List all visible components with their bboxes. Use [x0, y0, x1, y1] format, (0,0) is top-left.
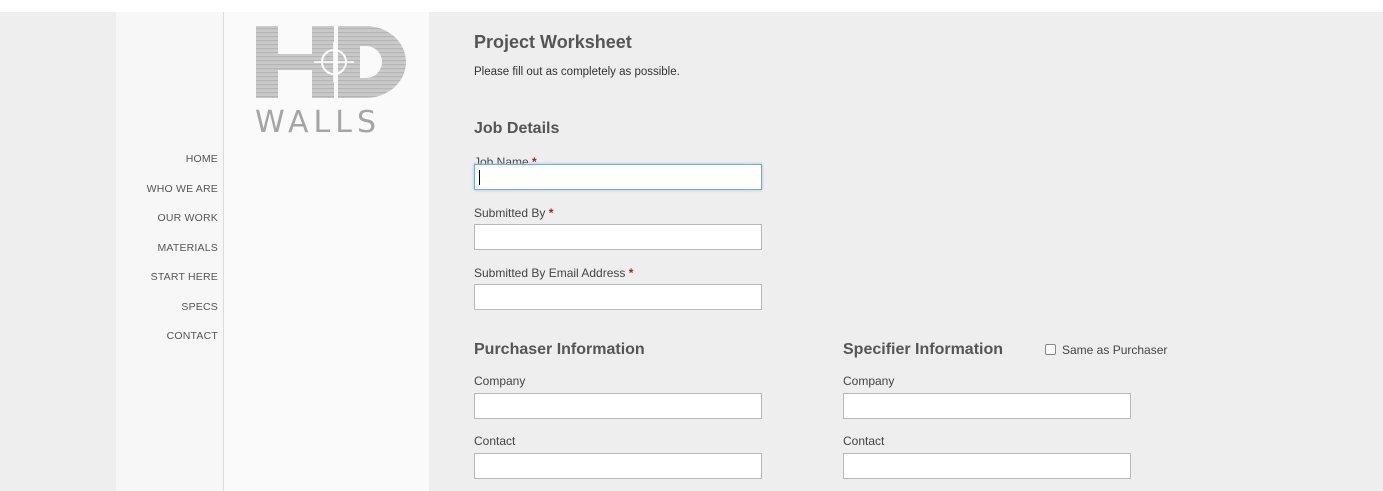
logo-h-bar [278, 54, 312, 70]
purchaser-heading: Purchaser Information [474, 341, 645, 358]
page-background: HOME WHO WE ARE OUR WORK MATERIALS START… [0, 12, 1383, 491]
specifier-contact-input[interactable] [843, 453, 1131, 479]
required-mark: * [628, 266, 634, 280]
logo-text: WALLS [255, 105, 381, 134]
nav-who-we-are[interactable]: WHO WE ARE [147, 183, 218, 213]
specifier-company-label: Company [843, 374, 895, 388]
nav-our-work[interactable]: OUR WORK [147, 212, 218, 242]
same-as-purchaser-option[interactable]: Same as Purchaser [1045, 343, 1167, 357]
email-input[interactable] [474, 284, 762, 310]
hd-walls-logo[interactable]: WALLS [254, 24, 406, 134]
page-intro: Please fill out as completely as possibl… [474, 66, 680, 78]
page-title: Project Worksheet [474, 32, 632, 52]
job-name-input[interactable] [474, 164, 762, 190]
required-mark: * [548, 206, 554, 220]
email-label: Submitted By Email Address * [474, 266, 634, 280]
nav-specs[interactable]: SPECS [147, 301, 218, 331]
purchaser-company-input[interactable] [474, 393, 762, 419]
submitted-by-input[interactable] [474, 224, 762, 250]
purchaser-contact-label: Contact [474, 434, 516, 448]
specifier-contact-label: Contact [843, 434, 885, 448]
same-as-purchaser-checkbox[interactable] [1045, 344, 1056, 355]
nav-start-here[interactable]: START HERE [147, 271, 218, 301]
main-nav: HOME WHO WE ARE OUR WORK MATERIALS START… [147, 153, 218, 360]
nav-materials[interactable]: MATERIALS [147, 242, 218, 272]
nav-column: HOME WHO WE ARE OUR WORK MATERIALS START… [116, 12, 224, 491]
purchaser-contact-input[interactable] [474, 453, 762, 479]
text-caret [479, 170, 480, 185]
specifier-company-input[interactable] [843, 393, 1131, 419]
submitted-by-label: Submitted By * [474, 206, 554, 220]
nav-home[interactable]: HOME [147, 153, 218, 183]
logo-h-left [256, 26, 278, 98]
nav-contact[interactable]: CONTACT [147, 330, 218, 360]
job-details-heading: Job Details [474, 120, 560, 137]
specifier-heading: Specifier Information [843, 341, 1004, 358]
same-as-purchaser-label: Same as Purchaser [1062, 343, 1168, 357]
purchaser-company-label: Company [474, 374, 526, 388]
